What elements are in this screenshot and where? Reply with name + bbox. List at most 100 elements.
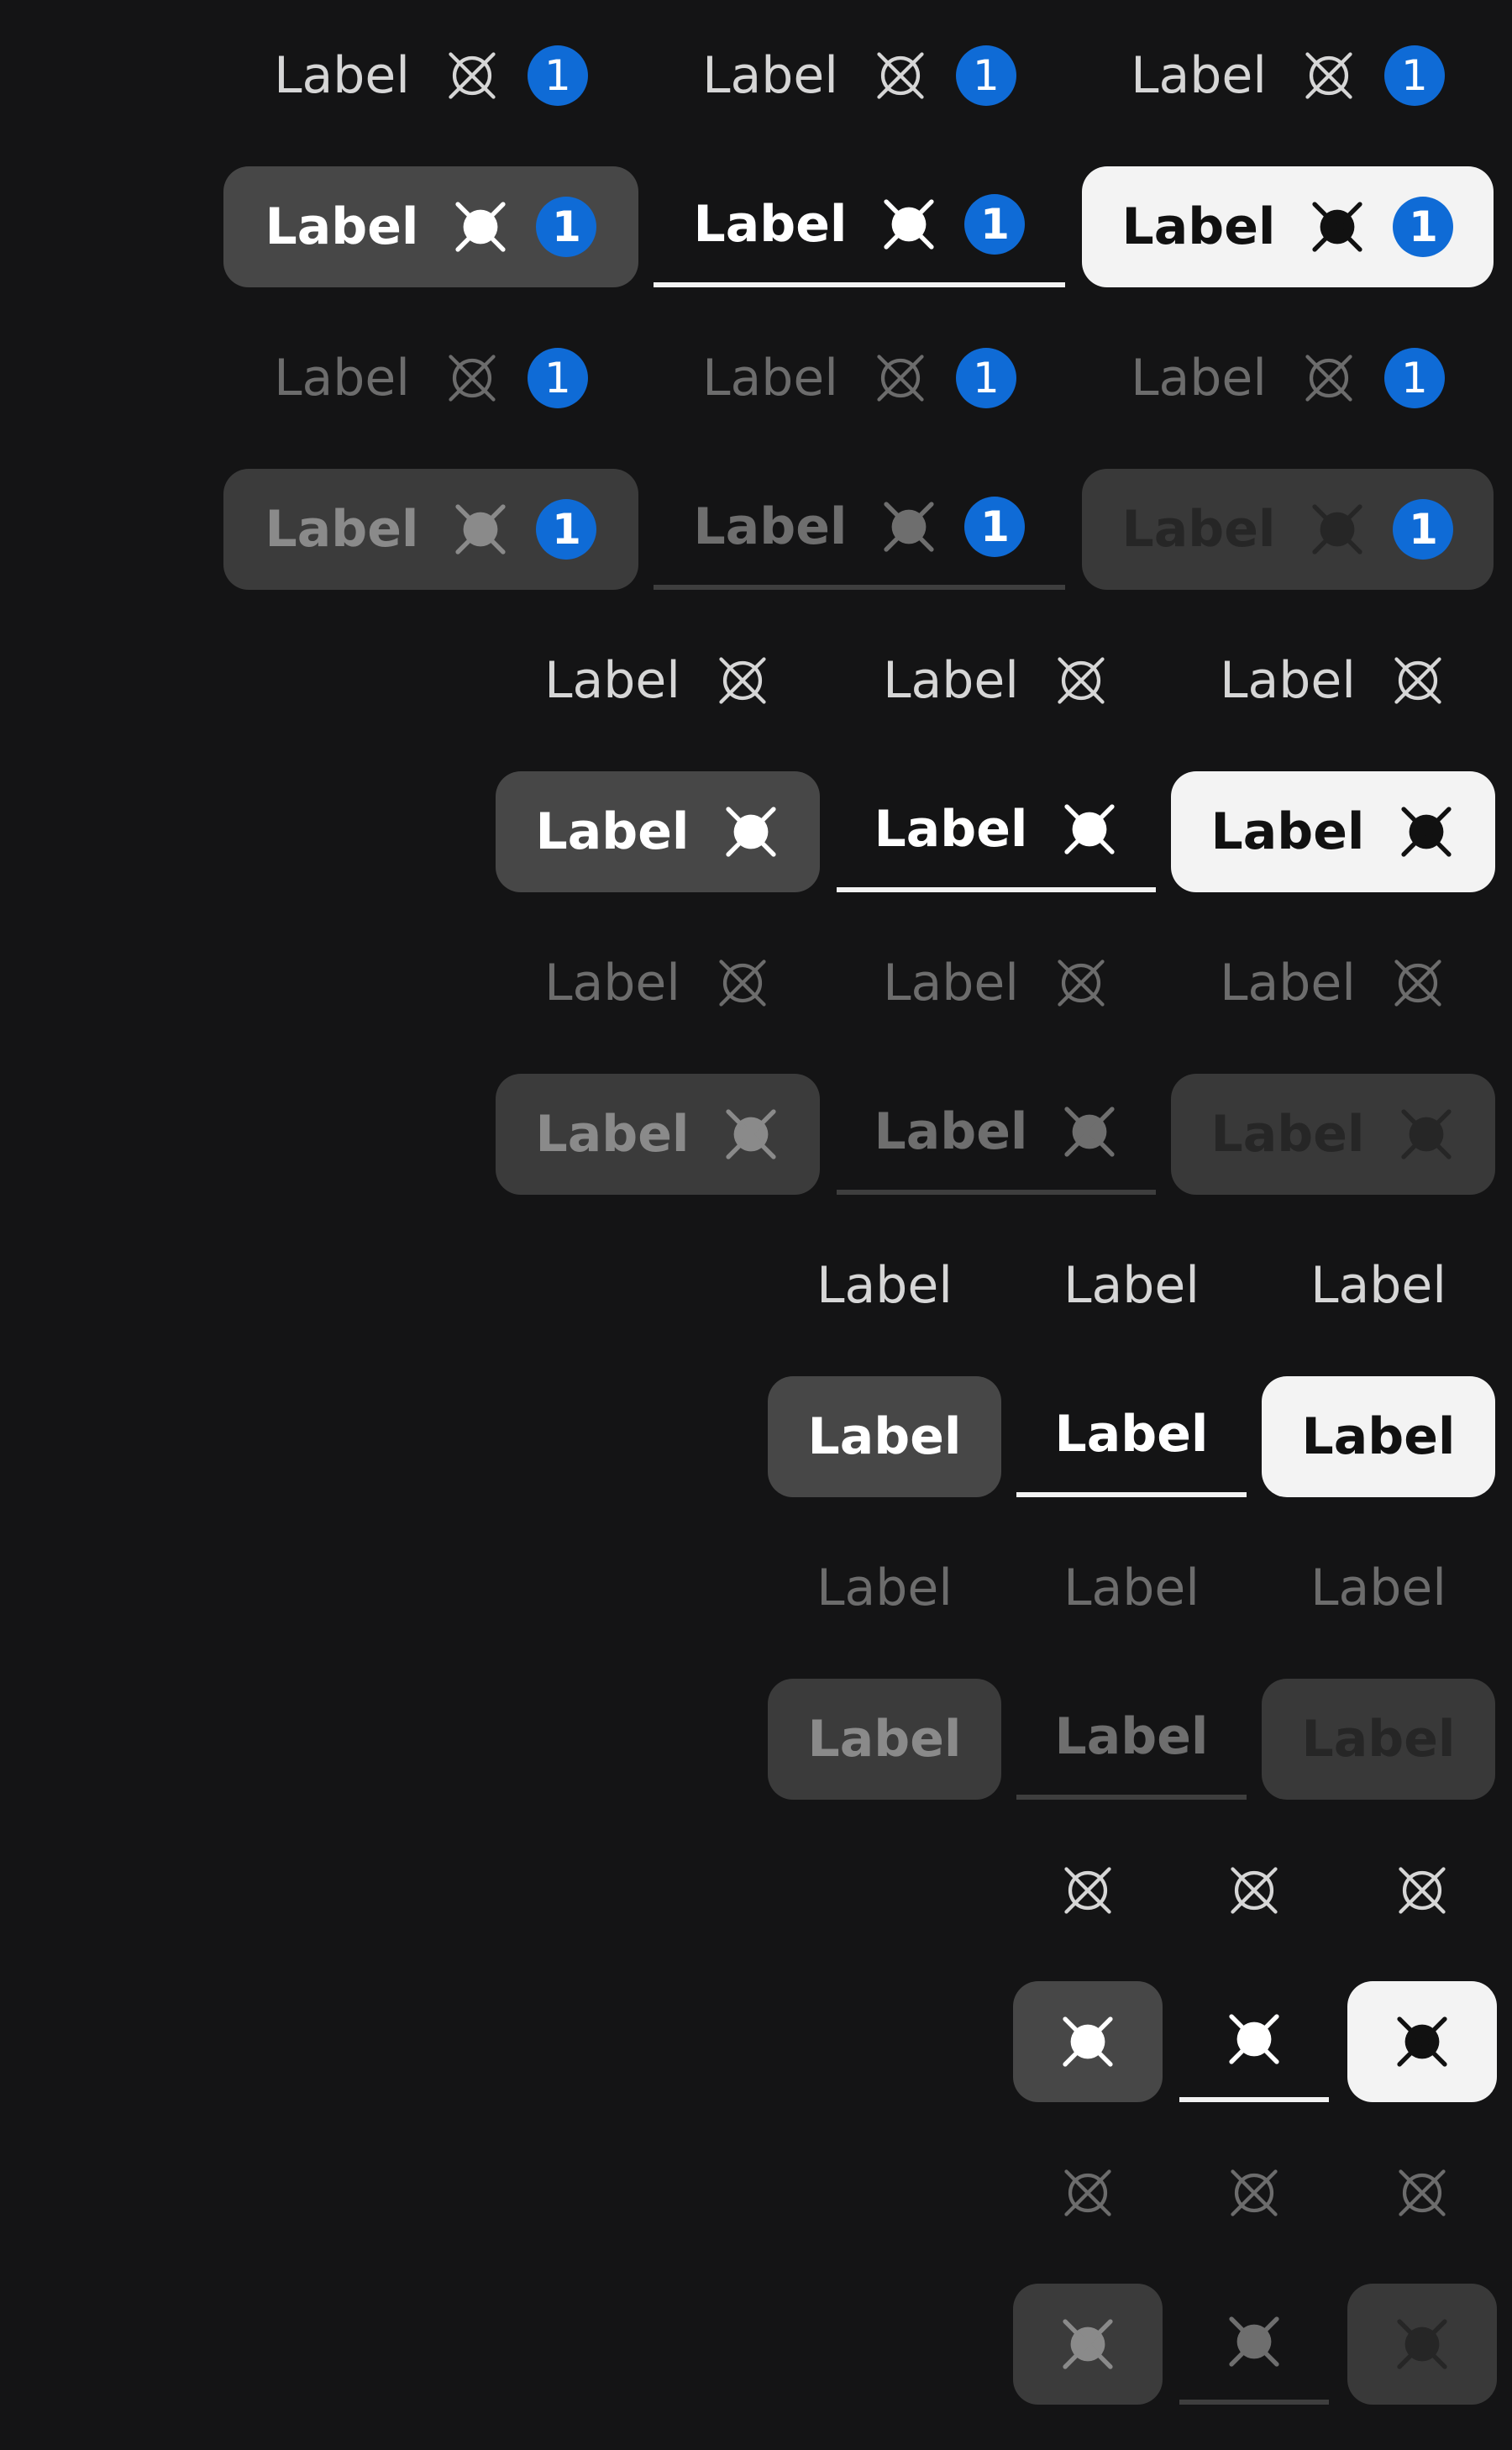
count-badge: 1 (955, 348, 1016, 408)
tab-icon-selected-enabled-underline[interactable] (1179, 1981, 1329, 2102)
tab-label: Label (874, 1102, 1028, 1161)
tab-icon-plain-enabled-underline[interactable] (1179, 1830, 1329, 1951)
cross-circle-icon (1309, 198, 1366, 255)
cross-circle-icon (444, 350, 501, 407)
cross-circle-icon (1226, 2313, 1283, 2370)
tab-label: Label (1210, 1105, 1365, 1164)
tab-label-icon-selected-disabled-solid: Label (1171, 1074, 1495, 1195)
tab-label: Label (1310, 1256, 1446, 1315)
cross-circle-icon (452, 198, 509, 255)
tab-label: Label (693, 497, 848, 556)
cross-circle-icon (1389, 652, 1446, 709)
tab-icon-plain-enabled-solid[interactable] (1347, 1830, 1497, 1951)
tab-label: Label (702, 46, 838, 105)
tab-icon-plain-enabled-filled[interactable] (1013, 1830, 1163, 1951)
cross-circle-icon (872, 47, 929, 104)
tab-label-icon-badge-plain-disabled-filled: Label 1 (223, 318, 638, 439)
cross-circle-icon (1053, 652, 1110, 709)
tab-icon-selected-enabled-filled[interactable] (1013, 1981, 1163, 2102)
tab-label-plain-enabled-solid[interactable]: Label (1262, 1225, 1495, 1346)
cross-circle-icon (1394, 1862, 1451, 1919)
tab-label-icon-badge-plain-enabled-solid[interactable]: Label 1 (1082, 15, 1494, 136)
tab-icon-plain-disabled-solid (1347, 2132, 1497, 2253)
tab-label-icon-badge-selected-disabled-underline: Label 1 (654, 469, 1065, 590)
cross-circle-icon (722, 1106, 780, 1163)
cross-circle-icon (880, 196, 937, 253)
cross-circle-icon (452, 501, 509, 558)
tab-label-icon-badge-selected-enabled-underline[interactable]: Label 1 (654, 166, 1065, 287)
tab-label: Label (1121, 500, 1276, 559)
tab-label: Label (1054, 1405, 1209, 1464)
cross-circle-icon (444, 47, 501, 104)
cross-circle-icon (1300, 350, 1357, 407)
tab-label-plain-enabled-filled[interactable]: Label (768, 1225, 1001, 1346)
tab-label-plain-enabled-underline[interactable]: Label (1016, 1225, 1247, 1346)
tab-label-plain-disabled-filled: Label (768, 1527, 1001, 1648)
tab-label: Label (1054, 1707, 1209, 1766)
tab-label-icon-selected-enabled-solid[interactable]: Label (1171, 771, 1495, 892)
cross-circle-icon (880, 498, 937, 555)
tab-label-icon-badge-selected-enabled-solid[interactable]: Label 1 (1082, 166, 1494, 287)
tab-icon-selected-disabled-filled (1013, 2284, 1163, 2405)
count-badge: 1 (1383, 348, 1445, 408)
tab-label-selected-enabled-underline[interactable]: Label (1016, 1376, 1247, 1497)
tab-label: Label (693, 195, 848, 254)
tab-label-selected-disabled-filled: Label (768, 1679, 1001, 1800)
tab-icon-plain-disabled-filled (1013, 2132, 1163, 2253)
tab-label: Label (702, 349, 838, 407)
tab-label: Label (1301, 1710, 1456, 1769)
cross-circle-icon (1061, 1103, 1118, 1160)
cross-circle-icon (1398, 1106, 1455, 1163)
tab-label: Label (274, 46, 410, 105)
cross-circle-icon (1061, 801, 1118, 858)
tab-label-icon-plain-disabled-underline: Label (837, 923, 1156, 1044)
tab-label-icon-badge-plain-enabled-filled[interactable]: Label 1 (223, 15, 638, 136)
tab-label: Label (1063, 1256, 1200, 1315)
tab-label-icon-plain-enabled-filled[interactable]: Label (496, 620, 820, 741)
tab-label: Label (874, 800, 1028, 859)
cross-circle-icon (1226, 1862, 1283, 1919)
tab-label: Label (274, 349, 410, 407)
cross-circle-icon (1226, 2164, 1283, 2221)
tab-label-icon-badge-plain-disabled-underline: Label 1 (654, 318, 1065, 439)
cross-circle-icon (1059, 1862, 1116, 1919)
count-badge: 1 (964, 497, 1026, 557)
tab-label: Label (1301, 1407, 1456, 1466)
count-badge: 1 (536, 499, 597, 560)
tab-label-selected-enabled-filled[interactable]: Label (768, 1376, 1001, 1497)
tab-label-icon-selected-disabled-filled: Label (496, 1074, 820, 1195)
count-badge: 1 (536, 197, 597, 257)
tab-label: Label (807, 1710, 962, 1769)
tab-label: Label (544, 954, 680, 1012)
tab-label-icon-selected-enabled-underline[interactable]: Label (837, 771, 1156, 892)
count-badge: 1 (1393, 197, 1454, 257)
cross-circle-icon (1300, 47, 1357, 104)
cross-circle-icon (1059, 2316, 1116, 2373)
tab-label-icon-badge-selected-disabled-filled: Label 1 (223, 469, 638, 590)
cross-circle-icon (1394, 2164, 1451, 2221)
tab-label-icon-selected-enabled-filled[interactable]: Label (496, 771, 820, 892)
count-badge: 1 (1383, 45, 1445, 106)
tab-label: Label (816, 1559, 953, 1617)
tab-label: Label (883, 954, 1019, 1012)
tab-label-icon-plain-enabled-solid[interactable]: Label (1171, 620, 1495, 741)
tab-label: Label (544, 651, 680, 710)
tab-label-icon-badge-selected-enabled-filled[interactable]: Label 1 (223, 166, 638, 287)
tab-label-icon-plain-enabled-underline[interactable]: Label (837, 620, 1156, 741)
tab-label-icon-badge-plain-enabled-underline[interactable]: Label 1 (654, 15, 1065, 136)
tab-label-icon-plain-disabled-filled: Label (496, 923, 820, 1044)
cross-circle-icon (1053, 954, 1110, 1012)
cross-circle-icon (1059, 2164, 1116, 2221)
tab-label-icon-plain-disabled-solid: Label (1171, 923, 1495, 1044)
tab-label: Label (816, 1256, 953, 1315)
tab-label: Label (535, 1105, 690, 1164)
count-badge: 1 (964, 194, 1026, 255)
count-badge: 1 (527, 348, 588, 408)
count-badge: 1 (955, 45, 1016, 106)
tab-icon-selected-enabled-solid[interactable] (1347, 1981, 1497, 2102)
tab-label-selected-enabled-solid[interactable]: Label (1262, 1376, 1495, 1497)
tab-label: Label (535, 802, 690, 861)
tab-label: Label (1210, 802, 1365, 861)
tab-label-selected-disabled-solid: Label (1262, 1679, 1495, 1800)
cross-circle-icon (1389, 954, 1446, 1012)
